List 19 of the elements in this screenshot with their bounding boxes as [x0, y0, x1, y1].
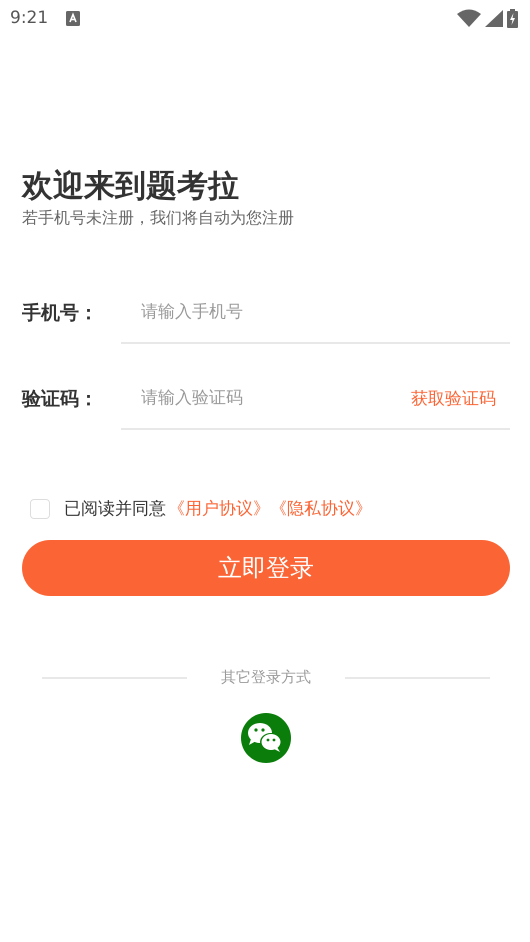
field-label: 验证码：: [22, 387, 99, 412]
field-label: 手机号：: [22, 301, 99, 326]
wifi-icon: [457, 9, 481, 27]
signal-icon: [485, 10, 503, 26]
welcome-title: 欢迎来到题考拉: [22, 167, 240, 206]
notification-icon: [66, 10, 80, 26]
get-code-button[interactable]: 获取验证码: [411, 386, 510, 410]
input-field[interactable]: 请输入手机号: [139, 301, 510, 323]
agreement-link[interactable]: 《隐私协议》: [270, 497, 372, 520]
chat-bubbles-icon[interactable]: [241, 713, 291, 763]
battery-icon: [507, 8, 518, 28]
other-login-label: 其它登录方式: [221, 668, 311, 687]
input-field[interactable]: 请输入验证码: [139, 387, 411, 409]
login-button[interactable]: 立即登录: [22, 540, 510, 596]
status-time: 9:21: [10, 8, 48, 28]
agree-checkbox[interactable]: [30, 498, 50, 518]
subtitle: 若手机号未注册，我们将自动为您注册: [22, 208, 295, 229]
agreement-link[interactable]: 《用户协议》: [168, 497, 270, 520]
agreement-text: 已阅读并同意: [64, 498, 166, 520]
